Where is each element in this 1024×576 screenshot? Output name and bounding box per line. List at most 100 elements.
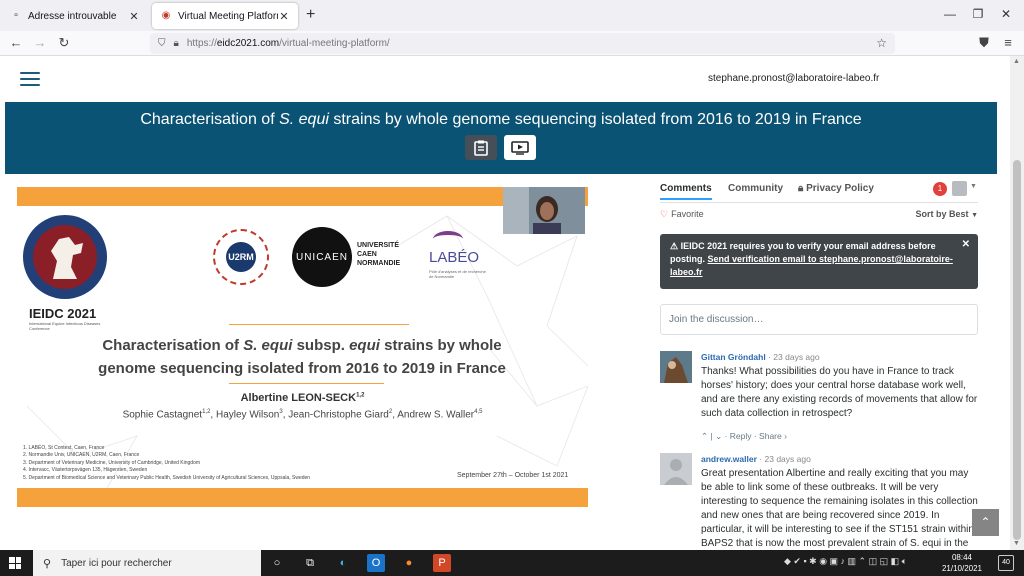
comment-header: andrew.waller · 23 days ago	[701, 454, 811, 464]
comment-time[interactable]: 23 days ago	[773, 352, 819, 362]
affiliation: 2. Normandie Univ, UNICAEN, U2RM, Caen, …	[23, 452, 140, 459]
page-scrollbar[interactable]: ▲ ▼	[1010, 56, 1024, 550]
close-icon[interactable]: ✕	[128, 10, 140, 23]
tab-title: Adresse introuvable	[28, 10, 117, 22]
search-icon: ⚲	[43, 557, 52, 570]
upvote-icon[interactable]: ⌃	[701, 431, 708, 441]
lock-icon: 🔒︎	[798, 183, 804, 194]
coauthors: Sophie Castagnet1,2, Hayley Wilson3, Jea…	[122, 409, 483, 421]
taskbar-clock[interactable]: 08:44 21/10/2021	[940, 552, 984, 574]
close-icon[interactable]: ✕	[278, 10, 290, 23]
address-bar[interactable]: ⛉ 🔒︎ https:// eidc2021.com /virtual-meet…	[150, 33, 895, 54]
privacy-label: Privacy Policy	[806, 183, 874, 194]
chevron-down-icon: ▼	[971, 212, 978, 219]
video-play-icon	[511, 140, 529, 155]
minimize-button[interactable]: —	[940, 7, 960, 21]
navigation-toolbar: ← → ↻ ⛉ 🔒︎ https:// eidc2021.com /virtua…	[0, 31, 1024, 56]
divider	[229, 383, 384, 384]
slide-title-part: subsp.	[292, 337, 350, 354]
sort-dropdown[interactable]: Sort by Best ▼	[916, 209, 978, 219]
join-discussion-input[interactable]: Join the discussion…	[660, 304, 978, 335]
url-host: eidc2021.com	[216, 38, 280, 49]
lock-icon[interactable]: 🔒︎	[174, 38, 179, 49]
slide-title-line2: genome sequencing isolated from 2016 to …	[98, 360, 506, 377]
reload-icon[interactable]: ↻	[55, 35, 73, 51]
chevron-down-icon[interactable]: ▼	[970, 183, 977, 190]
cortana-icon[interactable]: ○	[268, 554, 286, 572]
system-tray-icons[interactable]: ◆ ✔ ▪ ✱ ◉ ▣ ♪ ▥ ⌃ ◫ ◱ ◧ 🔈︎	[784, 556, 907, 567]
labeo-name: LABÉO	[429, 249, 480, 266]
comments-panel: Comments Community 🔒︎ Privacy Policy 1 ▼…	[660, 179, 980, 550]
tab-adresse-introuvable[interactable]: ▫ Adresse introuvable ✕	[2, 3, 148, 29]
forward-arrow-icon[interactable]: →	[31, 35, 49, 51]
scroll-to-top-button[interactable]: ⌃	[972, 509, 999, 536]
comment-time[interactable]: 23 days ago	[765, 454, 811, 464]
powerpoint-icon[interactable]: P	[433, 554, 451, 572]
comment-time-prefix: ·	[768, 352, 771, 362]
notification-center-icon[interactable]: 40	[998, 555, 1014, 571]
presentation-banner: Characterisation of S. equi strains by w…	[5, 102, 997, 174]
labeo-tagline: Pôle d'analyses et de recherche de Norma…	[429, 269, 486, 279]
favorite-label: Favorite	[671, 209, 704, 219]
downvote-icon[interactable]: ⌄	[715, 431, 722, 441]
avatar[interactable]	[660, 453, 692, 485]
task-view-icon[interactable]: ⧉	[301, 554, 319, 572]
slide-bottom-band	[17, 488, 588, 507]
scroll-down-arrow-icon[interactable]: ▼	[1013, 540, 1020, 547]
firefox-icon[interactable]: ●	[400, 554, 418, 572]
sort-label: Sort by Best	[915, 209, 969, 219]
unicaen-name: UNIVERSITÉ CAEN NORMANDIE	[357, 242, 401, 267]
u2rm-logo-text: U2RM	[226, 242, 256, 272]
ieidc-logo	[23, 215, 107, 299]
user-avatar[interactable]	[952, 181, 967, 196]
user-email: stephane.pronost@laboratoire-labeo.fr	[708, 73, 880, 84]
presenter-sup: 1,2	[356, 392, 365, 399]
slide-title-italic: S. equi	[243, 337, 293, 354]
restore-button[interactable]: ❐	[968, 7, 988, 21]
new-tab-button[interactable]: +	[306, 7, 315, 23]
bookmark-star-icon[interactable]: ☆	[876, 36, 887, 50]
tab-title: Virtual Meeting Platform -	[178, 10, 278, 22]
outlook-icon[interactable]: O	[367, 554, 385, 572]
windows-start-icon[interactable]	[9, 557, 21, 569]
tab-community[interactable]: Community	[728, 183, 783, 194]
coauthor-sup: 3	[279, 409, 283, 415]
scroll-up-arrow-icon[interactable]: ▲	[1013, 58, 1020, 65]
pocket-icon[interactable]: ⛊	[975, 35, 993, 51]
slide-title-part: Characterisation of	[102, 337, 244, 354]
close-window-button[interactable]: ✕	[996, 7, 1016, 21]
page-icon: ▫	[14, 10, 18, 21]
share-button[interactable]: Share ›	[759, 431, 787, 441]
menu-icon[interactable]: ≡	[999, 35, 1017, 51]
coauthor-sup: 4,5	[474, 409, 483, 415]
reply-button[interactable]: Reply	[730, 431, 752, 441]
tab-privacy-policy[interactable]: 🔒︎ Privacy Policy	[798, 183, 874, 194]
hamburger-menu-icon[interactable]	[20, 72, 40, 86]
send-verification-link[interactable]: Send verification email to stephane.pron…	[670, 254, 953, 277]
title-italic: S. equi	[279, 111, 329, 128]
scrollbar-thumb[interactable]	[1013, 160, 1021, 540]
comment-author[interactable]: andrew.waller	[701, 454, 757, 464]
taskbar-time: 08:44	[951, 553, 973, 562]
verify-email-alert: ⚠ IEIDC 2021 requires you to verify your…	[660, 234, 978, 289]
close-icon[interactable]: ✕	[962, 238, 970, 251]
video-button[interactable]	[504, 135, 536, 160]
coauthor: Hayley Wilson	[215, 409, 280, 421]
avatar[interactable]	[660, 351, 692, 383]
coauthor: Jean-Christophe Giard	[288, 409, 389, 421]
ieidc-logo-subtitle: International Equine Infectious Diseases…	[29, 321, 101, 331]
comment-author[interactable]: Gittan Gröndahl	[701, 352, 766, 362]
tab-comments[interactable]: Comments	[660, 183, 712, 200]
edge-icon[interactable]: ◐	[334, 554, 352, 572]
browser-tab-strip: ▫ Adresse introuvable ✕ ◉ Virtual Meetin…	[0, 0, 1024, 31]
taskbar-search[interactable]: ⚲ Taper ici pour rechercher	[33, 550, 261, 576]
abstract-button[interactable]	[465, 135, 497, 160]
affiliation: 1. LABÉO, St Contest, Caen, France	[23, 445, 105, 451]
back-arrow-icon[interactable]: ←	[7, 35, 25, 51]
tab-virtual-meeting-platform[interactable]: ◉ Virtual Meeting Platform - ✕	[152, 3, 298, 29]
shield-icon[interactable]: ⛉	[158, 38, 166, 49]
comment-actions: ⌃ | ⌄ · Reply · Share ›	[701, 431, 787, 441]
favorite-button[interactable]: ♡ Favorite	[660, 209, 704, 220]
slide-title: Characterisation of S. equi subsp. equi …	[77, 334, 527, 380]
notification-badge[interactable]: 1	[933, 182, 947, 196]
